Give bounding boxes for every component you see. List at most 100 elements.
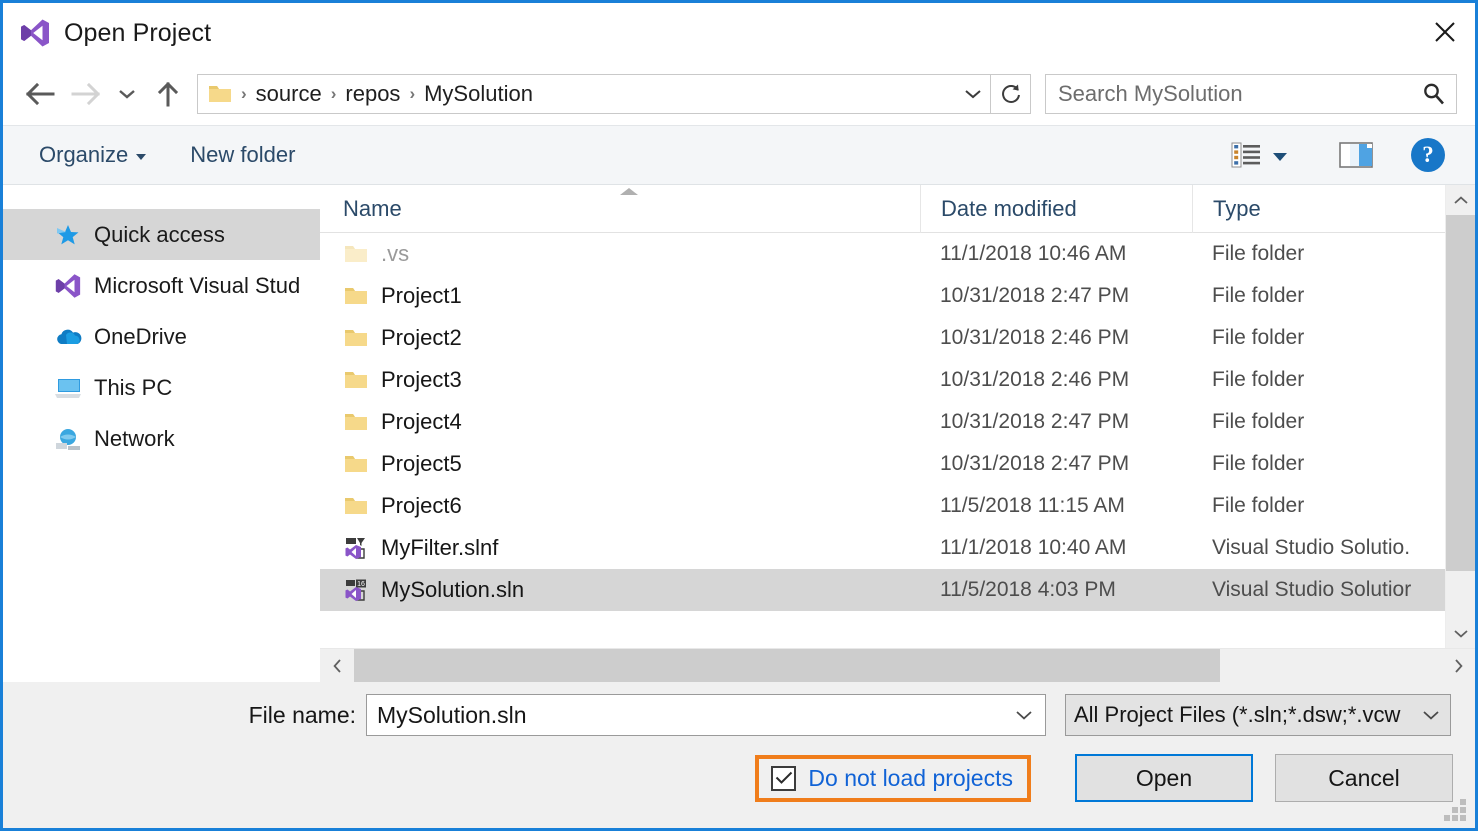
folder-icon: [208, 84, 232, 104]
sidebar-item-this-pc[interactable]: This PC: [3, 362, 320, 413]
table-row[interactable]: Project6 11/5/2018 11:15 AM File folder: [320, 485, 1445, 527]
file-name-value: MySolution.sln: [367, 702, 1003, 729]
file-date-cell: 10/31/2018 2:46 PM: [920, 326, 1192, 350]
up-icon[interactable]: [145, 71, 191, 117]
visual-studio-icon: [20, 18, 50, 48]
breadcrumb-item-repos[interactable]: repos: [341, 81, 404, 107]
file-name-label: MySolution.sln: [381, 577, 524, 603]
resize-grip[interactable]: [1444, 799, 1466, 821]
address-bar[interactable]: › source › repos › MySolution: [197, 74, 991, 114]
horizontal-scrollbar[interactable]: [320, 648, 1475, 682]
file-date-cell: 10/31/2018 2:47 PM: [920, 452, 1192, 476]
do-not-load-projects-checkbox[interactable]: [771, 766, 796, 791]
chevron-down-icon[interactable]: [1412, 710, 1450, 721]
file-name-input[interactable]: MySolution.sln: [366, 694, 1046, 736]
file-name-cell: Project5: [320, 451, 920, 477]
forward-icon[interactable]: [63, 71, 109, 117]
vertical-scrollbar-track[interactable]: [1446, 571, 1475, 618]
vertical-scrollbar[interactable]: [1445, 185, 1475, 648]
folder-icon: [343, 452, 369, 476]
scroll-down-icon[interactable]: [1446, 618, 1475, 648]
file-type-cell: File folder: [1192, 242, 1445, 266]
monitor-icon: [53, 375, 83, 401]
folder-icon: [343, 284, 369, 308]
file-list-main: Name Date modified Type .vs: [320, 185, 1445, 648]
table-row[interactable]: Project2 10/31/2018 2:46 PM File folder: [320, 317, 1445, 359]
close-icon[interactable]: [1415, 3, 1475, 60]
table-row[interactable]: 16 MySolution.sln 11/5/2018 4:03 PM Visu…: [320, 569, 1445, 611]
window-title: Open Project: [64, 19, 211, 48]
sidebar-item-label: Microsoft Visual Stud: [94, 273, 300, 299]
preview-pane-icon[interactable]: [1339, 142, 1373, 168]
scroll-up-icon[interactable]: [1446, 185, 1475, 215]
open-project-dialog: Open Project: [0, 0, 1478, 831]
dialog-button-row: Do not load projects Open Cancel: [3, 754, 1475, 802]
search-input[interactable]: Search MySolution: [1045, 74, 1457, 114]
file-date-cell: 10/31/2018 2:47 PM: [920, 284, 1192, 308]
command-bar: Organize New folder: [3, 125, 1475, 185]
sidebar-item-quick-access[interactable]: Quick access: [3, 209, 320, 260]
open-button[interactable]: Open: [1075, 754, 1253, 802]
refresh-icon[interactable]: [991, 74, 1031, 114]
svg-text:16: 16: [357, 581, 365, 588]
file-name-cell: Project1: [320, 283, 920, 309]
file-type-dropdown[interactable]: All Project Files (*.sln;*.dsw;*.vcw: [1065, 694, 1451, 736]
dialog-footer: File name: MySolution.sln All Project Fi…: [3, 682, 1475, 828]
navigation-bar: › source › repos › MySolution Search MyS…: [3, 63, 1475, 125]
file-name-label: Project2: [381, 325, 462, 351]
table-row[interactable]: Project5 10/31/2018 2:47 PM File folder: [320, 443, 1445, 485]
vertical-scrollbar-thumb[interactable]: [1446, 215, 1475, 571]
do-not-load-projects-label[interactable]: Do not load projects: [808, 765, 1013, 792]
sidebar-item-network[interactable]: Network: [3, 413, 320, 464]
chevron-down-icon[interactable]: [1003, 710, 1045, 721]
sidebar-item-label: Quick access: [94, 222, 225, 248]
table-row[interactable]: MyFilter.slnf 11/1/2018 10:40 AM Visual …: [320, 527, 1445, 569]
help-button[interactable]: ?: [1411, 138, 1445, 172]
file-type-cell: File folder: [1192, 452, 1445, 476]
table-row[interactable]: .vs 11/1/2018 10:46 AM File folder: [320, 233, 1445, 275]
chevron-down-icon: [136, 154, 146, 160]
horizontal-scrollbar-track[interactable]: [1220, 649, 1441, 682]
title-bar: Open Project: [3, 3, 1475, 63]
table-row[interactable]: Project3 10/31/2018 2:46 PM File folder: [320, 359, 1445, 401]
cancel-button[interactable]: Cancel: [1275, 754, 1453, 802]
file-type-value: All Project Files (*.sln;*.dsw;*.vcw: [1066, 702, 1412, 728]
breadcrumb-item-source[interactable]: source: [252, 81, 326, 107]
organize-button[interactable]: Organize: [39, 142, 146, 168]
cloud-icon: [53, 324, 83, 350]
folder-icon: [343, 368, 369, 392]
scroll-left-icon[interactable]: [320, 649, 354, 682]
do-not-load-projects-annotation: Do not load projects: [755, 755, 1031, 802]
column-header-type[interactable]: Type: [1192, 185, 1445, 233]
new-folder-button[interactable]: New folder: [190, 142, 295, 168]
solution-filter-icon: [343, 536, 369, 560]
breadcrumb-separator: ›: [236, 84, 252, 104]
folder-icon: [343, 410, 369, 434]
back-icon[interactable]: [17, 71, 63, 117]
list-view-icon[interactable]: [1231, 142, 1261, 168]
sidebar-item-onedrive[interactable]: OneDrive: [3, 311, 320, 362]
search-placeholder: Search MySolution: [1046, 81, 1412, 107]
file-name-cell: Project6: [320, 493, 920, 519]
breadcrumb-item-mysolution[interactable]: MySolution: [420, 81, 537, 107]
address-chevron-down-icon[interactable]: [956, 75, 990, 113]
solution-icon: 16: [343, 578, 369, 602]
recent-locations-chevron-down-icon[interactable]: [109, 71, 145, 117]
file-name-label: Project3: [381, 367, 462, 393]
sidebar-item-microsoft-visual-studio[interactable]: Microsoft Visual Stud: [3, 260, 320, 311]
file-date-cell: 11/1/2018 10:46 AM: [920, 242, 1192, 266]
search-icon[interactable]: [1412, 82, 1456, 106]
folder-icon: [343, 494, 369, 518]
table-row[interactable]: Project1 10/31/2018 2:47 PM File folder: [320, 275, 1445, 317]
horizontal-scrollbar-thumb[interactable]: [354, 649, 1220, 682]
navigation-sidebar: Quick access Microsoft Visual Stud: [3, 185, 320, 682]
file-name-label: .vs: [381, 241, 409, 267]
organize-label: Organize: [39, 142, 128, 168]
folder-icon: [343, 326, 369, 350]
table-row[interactable]: Project4 10/31/2018 2:47 PM File folder: [320, 401, 1445, 443]
file-name-cell: Project3: [320, 367, 920, 393]
column-header-date-modified[interactable]: Date modified: [920, 185, 1192, 233]
scroll-right-icon[interactable]: [1441, 649, 1475, 682]
file-name-cell: MyFilter.slnf: [320, 535, 920, 561]
view-options-chevron-down-icon[interactable]: [1273, 153, 1287, 161]
